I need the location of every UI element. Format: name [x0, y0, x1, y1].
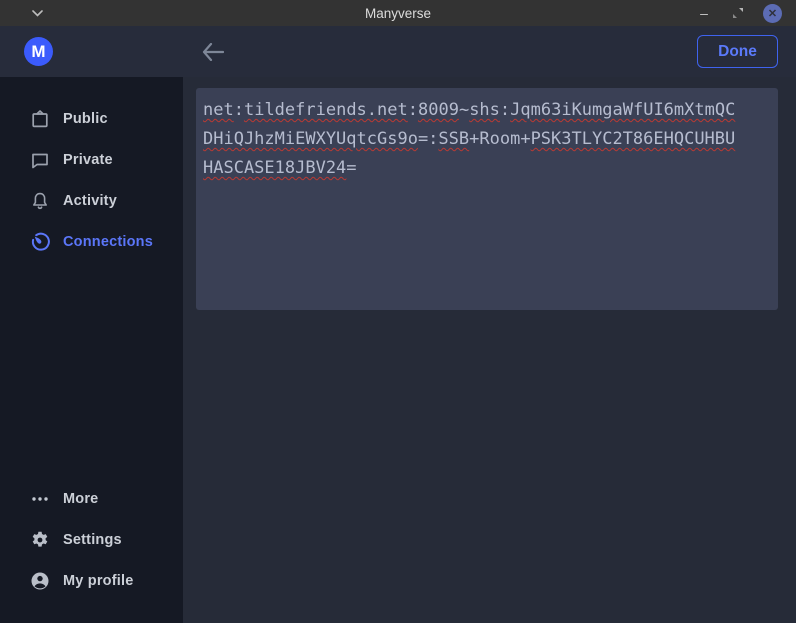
sidebar-bottom-group: More Settings My profile — [0, 478, 183, 601]
sidebar-item-label: Private — [63, 152, 113, 168]
sidebar-item-connections[interactable]: Connections — [0, 221, 183, 262]
sidebar-item-settings[interactable]: Settings — [0, 519, 183, 560]
network-gauge-icon — [30, 232, 50, 252]
sidebar-item-label: Connections — [63, 234, 153, 250]
bulletin-board-icon — [30, 109, 50, 129]
sidebar: Public Private Activity Connections — [0, 77, 183, 623]
sidebar-item-label: Settings — [63, 532, 122, 548]
minimize-button[interactable]: – — [695, 4, 713, 22]
back-arrow-icon[interactable] — [200, 39, 226, 65]
sidebar-item-label: More — [63, 491, 98, 507]
app-header: M Done — [0, 26, 796, 77]
sidebar-item-private[interactable]: Private — [0, 139, 183, 180]
window-title: Manyverse — [0, 6, 796, 21]
restore-window-icon[interactable] — [729, 4, 747, 22]
invite-code-line: DHiQJhzMiEWXYUqtcGs9o=:SSB+Room+PSK3TLYC… — [203, 125, 771, 154]
sidebar-item-activity[interactable]: Activity — [0, 180, 183, 221]
sidebar-item-my-profile[interactable]: My profile — [0, 560, 183, 601]
sidebar-item-public[interactable]: Public — [0, 98, 183, 139]
close-button[interactable]: ✕ — [763, 4, 782, 23]
titlebar: Manyverse – ✕ — [0, 0, 796, 26]
invite-code-line: net:tildefriends.net:8009~shs:Jqm63iKumg… — [203, 96, 771, 125]
manyverse-logo: M — [24, 37, 53, 66]
message-icon — [30, 150, 50, 170]
done-button[interactable]: Done — [697, 35, 778, 68]
invite-code-textarea[interactable]: net:tildefriends.net:8009~shs:Jqm63iKumg… — [196, 88, 778, 310]
bell-icon — [30, 191, 50, 211]
gear-icon — [30, 530, 50, 550]
invite-code-line: HASCASE18JBV24= — [203, 154, 771, 183]
dots-horizontal-icon — [30, 489, 50, 509]
window-menu-chevron-down-icon[interactable] — [30, 6, 44, 20]
main-panel: net:tildefriends.net:8009~shs:Jqm63iKumg… — [183, 77, 796, 623]
sidebar-item-label: My profile — [63, 573, 133, 589]
sidebar-item-label: Public — [63, 111, 108, 127]
sidebar-item-label: Activity — [63, 193, 117, 209]
sidebar-item-more[interactable]: More — [0, 478, 183, 519]
sidebar-top-group: Public Private Activity Connections — [0, 98, 183, 262]
account-circle-icon — [30, 571, 50, 591]
